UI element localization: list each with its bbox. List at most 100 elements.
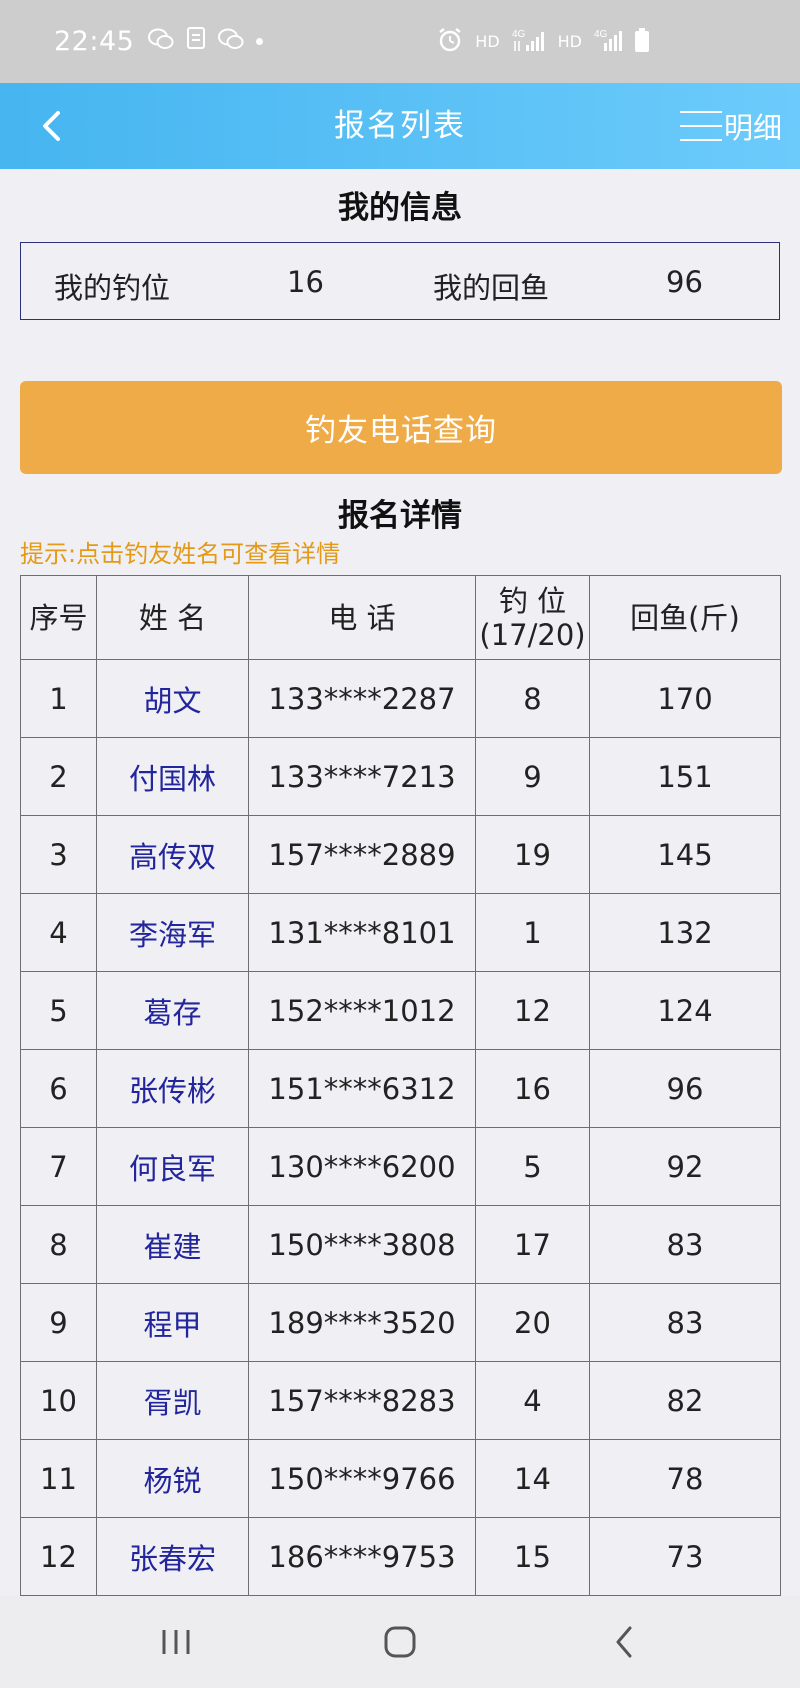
cell-index: 9 <box>20 1283 97 1362</box>
table-row: 12 张春宏 186****9753 15 73 <box>20 1517 781 1596</box>
header-seat: 钓 位 (17/20) <box>475 575 590 660</box>
table-row: 6 张传彬 151****6312 16 96 <box>20 1049 781 1128</box>
my-seat-label: 我的钓位 <box>54 271 171 305</box>
wechat-icon <box>148 26 174 57</box>
system-status-icons: HD 4G HD 4G <box>437 27 650 57</box>
table-row: 7 何良军 130****6200 5 92 <box>20 1127 781 1206</box>
svg-text:4G: 4G <box>594 29 608 40</box>
cell-seat: 20 <box>475 1283 590 1362</box>
cell-name[interactable]: 程甲 <box>96 1283 249 1362</box>
cell-seat: 4 <box>475 1361 590 1440</box>
hd-icon: HD <box>475 32 500 51</box>
table-row: 9 程甲 189****3520 20 83 <box>20 1283 781 1362</box>
cell-phone: 131****8101 <box>248 893 476 972</box>
cell-phone: 157****8283 <box>248 1361 476 1440</box>
svg-text:4G: 4G <box>512 29 526 40</box>
cell-name[interactable]: 李海军 <box>96 893 249 972</box>
system-back-icon <box>616 1626 632 1658</box>
table-row: 1 胡文 133****2287 8 170 <box>20 659 781 738</box>
cell-seat: 8 <box>475 659 590 738</box>
status-time: 22:45 <box>54 26 135 57</box>
alarm-icon <box>437 27 463 57</box>
cell-name[interactable]: 崔建 <box>96 1205 249 1284</box>
cell-name[interactable]: 付国林 <box>96 737 249 816</box>
cell-catch: 96 <box>589 1049 781 1128</box>
header-phone: 电 话 <box>248 575 476 660</box>
cell-seat: 1 <box>475 893 590 972</box>
my-seat-value: 16 <box>287 265 324 299</box>
recent-apps-icon <box>162 1630 190 1654</box>
menu-icon <box>679 111 722 141</box>
cell-catch: 151 <box>589 737 781 816</box>
battery-icon <box>634 27 650 57</box>
cell-phone: 151****6312 <box>248 1049 476 1128</box>
cell-seat: 19 <box>475 815 590 894</box>
cell-name[interactable]: 高传双 <box>96 815 249 894</box>
cell-name[interactable]: 张春宏 <box>96 1517 249 1596</box>
cell-catch: 82 <box>589 1361 781 1440</box>
cell-catch: 73 <box>589 1517 781 1596</box>
header-catch: 回鱼(斤) <box>589 575 781 660</box>
table-row: 11 杨锐 150****9766 14 78 <box>20 1439 781 1518</box>
cell-phone: 189****3520 <box>248 1283 476 1362</box>
my-info-box: 我的钓位 16 我的回鱼 96 <box>20 242 780 320</box>
system-back-button[interactable] <box>594 1618 654 1666</box>
table-header-row: 序号 姓 名 电 话 钓 位 (17/20) 回鱼(斤) <box>20 575 781 660</box>
my-catch-value: 96 <box>666 265 703 299</box>
cell-phone: 157****2889 <box>248 815 476 894</box>
detail-menu-button[interactable]: 明细 <box>679 103 782 149</box>
table-row: 2 付国林 133****7213 9 151 <box>20 737 781 816</box>
wechat-icon <box>218 26 244 57</box>
header-seat-line1: 钓 位 <box>498 583 567 618</box>
cell-phone: 150****3808 <box>248 1205 476 1284</box>
cell-index: 2 <box>20 737 97 816</box>
chevron-left-icon <box>43 111 60 141</box>
cell-index: 12 <box>20 1517 97 1596</box>
cell-index: 11 <box>20 1439 97 1518</box>
cell-name[interactable]: 胡文 <box>96 659 249 738</box>
back-button[interactable] <box>28 103 74 149</box>
signup-table: 序号 姓 名 电 话 钓 位 (17/20) 回鱼(斤) 1 胡文 133****2… <box>20 575 781 1596</box>
header-index: 序号 <box>20 575 97 660</box>
cell-seat: 5 <box>475 1127 590 1206</box>
cell-index: 8 <box>20 1205 97 1284</box>
cell-index: 4 <box>20 893 97 972</box>
cell-name[interactable]: 葛存 <box>96 971 249 1050</box>
cell-name[interactable]: 张传彬 <box>96 1049 249 1128</box>
cell-seat: 12 <box>475 971 590 1050</box>
recent-apps-button[interactable] <box>146 1618 206 1666</box>
phone-query-button[interactable]: 钓友电话查询 <box>20 381 782 474</box>
document-icon <box>186 26 206 57</box>
cell-seat: 16 <box>475 1049 590 1128</box>
system-nav-bar <box>0 1596 800 1688</box>
hint-text: 提示:点击钓友姓名可查看详情 <box>20 540 341 568</box>
home-button[interactable] <box>370 1618 430 1666</box>
cell-catch: 145 <box>589 815 781 894</box>
cell-index: 3 <box>20 815 97 894</box>
cell-phone: 133****2287 <box>248 659 476 738</box>
cell-name[interactable]: 何良军 <box>96 1127 249 1206</box>
header-name: 姓 名 <box>96 575 249 660</box>
cell-index: 5 <box>20 971 97 1050</box>
table-row: 3 高传双 157****2889 19 145 <box>20 815 781 894</box>
cell-name[interactable]: 胥凯 <box>96 1361 249 1440</box>
cell-seat: 17 <box>475 1205 590 1284</box>
table-row: 4 李海军 131****8101 1 132 <box>20 893 781 972</box>
detail-label: 明细 <box>723 111 782 145</box>
4g-signal-icon: 4G <box>512 27 546 57</box>
header-seat-line2: (17/20) <box>479 617 586 652</box>
cell-catch: 83 <box>589 1205 781 1284</box>
cell-index: 6 <box>20 1049 97 1128</box>
dot-icon <box>256 38 264 45</box>
cell-name[interactable]: 杨锐 <box>96 1439 249 1518</box>
my-info-title: 我的信息 <box>338 190 462 226</box>
table-row: 5 葛存 152****1012 12 124 <box>20 971 781 1050</box>
home-icon <box>384 1626 416 1658</box>
cell-phone: 150****9766 <box>248 1439 476 1518</box>
status-bar: 22:45 HD 4G HD 4G <box>0 0 800 83</box>
cell-seat: 15 <box>475 1517 590 1596</box>
4g-signal-icon: 4G <box>594 27 622 57</box>
cell-seat: 14 <box>475 1439 590 1518</box>
signup-details-title: 报名详情 <box>338 498 462 534</box>
cell-index: 1 <box>20 659 97 738</box>
